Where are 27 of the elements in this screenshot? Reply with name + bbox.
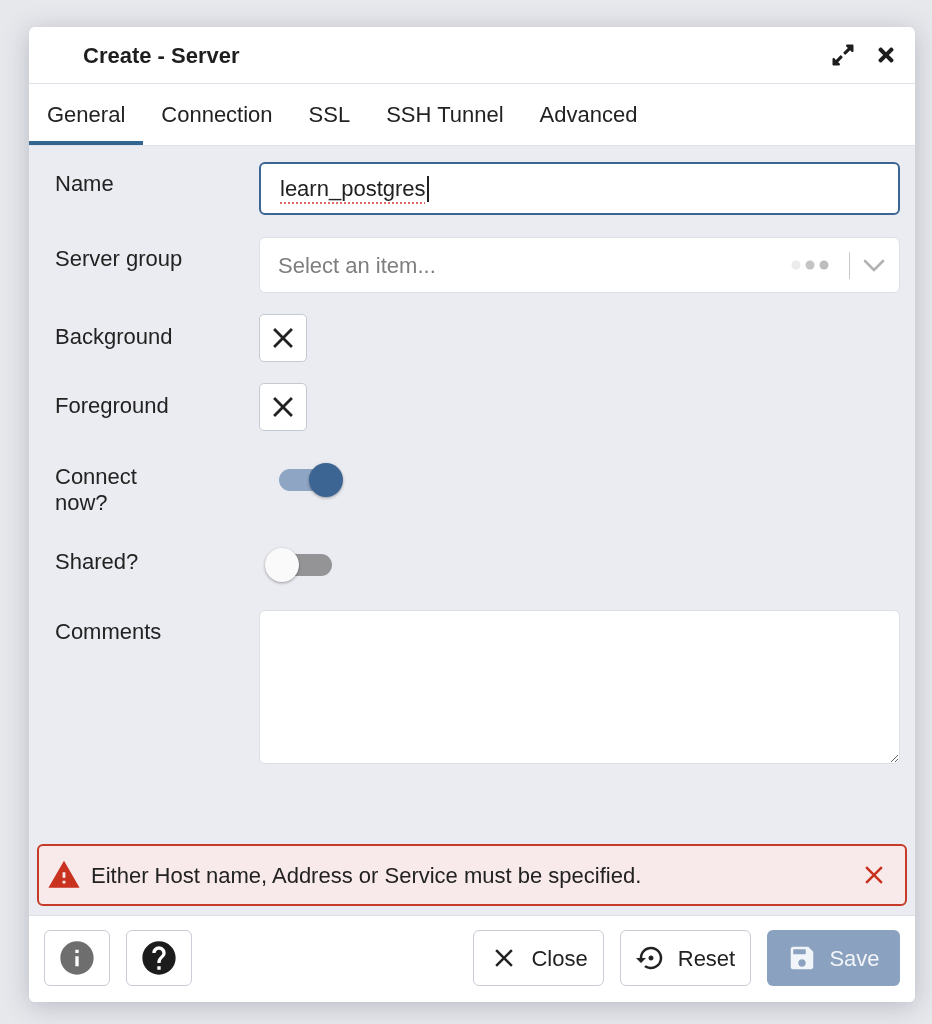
- field-label: Background: [55, 323, 174, 350]
- tab[interactable]: SSL: [290, 84, 369, 145]
- maximize-button[interactable]: [831, 43, 855, 67]
- expand-icon: [831, 43, 855, 67]
- info-icon: [57, 938, 97, 978]
- field-label: Foreground: [55, 392, 170, 419]
- field-label: Comments: [55, 618, 163, 645]
- alert-message: Either Host name, Address or Service must be specified.: [91, 861, 642, 890]
- help-icon: [139, 938, 179, 978]
- dialog-title: Create - Server: [83, 41, 240, 70]
- server-group-select[interactable]: Select an item...: [259, 237, 900, 293]
- close-button[interactable]: Close: [473, 930, 604, 986]
- text-cursor-icon: [426, 175, 429, 202]
- field-label: Connect now?: [55, 463, 138, 516]
- loading-dots-icon: [791, 260, 829, 270]
- reset-button[interactable]: Reset: [620, 930, 751, 986]
- field-label: Name: [55, 170, 115, 197]
- chevron-down-icon: [863, 258, 885, 272]
- tab[interactable]: SSH Tunnel: [368, 84, 522, 145]
- color-picker-button[interactable]: [259, 383, 307, 431]
- field-label: Server group: [55, 245, 184, 272]
- tab[interactable]: Connection: [143, 84, 291, 145]
- color-picker-button[interactable]: [259, 314, 307, 362]
- name-input[interactable]: learn_postgres: [259, 162, 900, 215]
- help-button[interactable]: [126, 930, 192, 986]
- tab[interactable]: Advanced: [521, 84, 656, 145]
- field-label: Shared?: [55, 548, 140, 575]
